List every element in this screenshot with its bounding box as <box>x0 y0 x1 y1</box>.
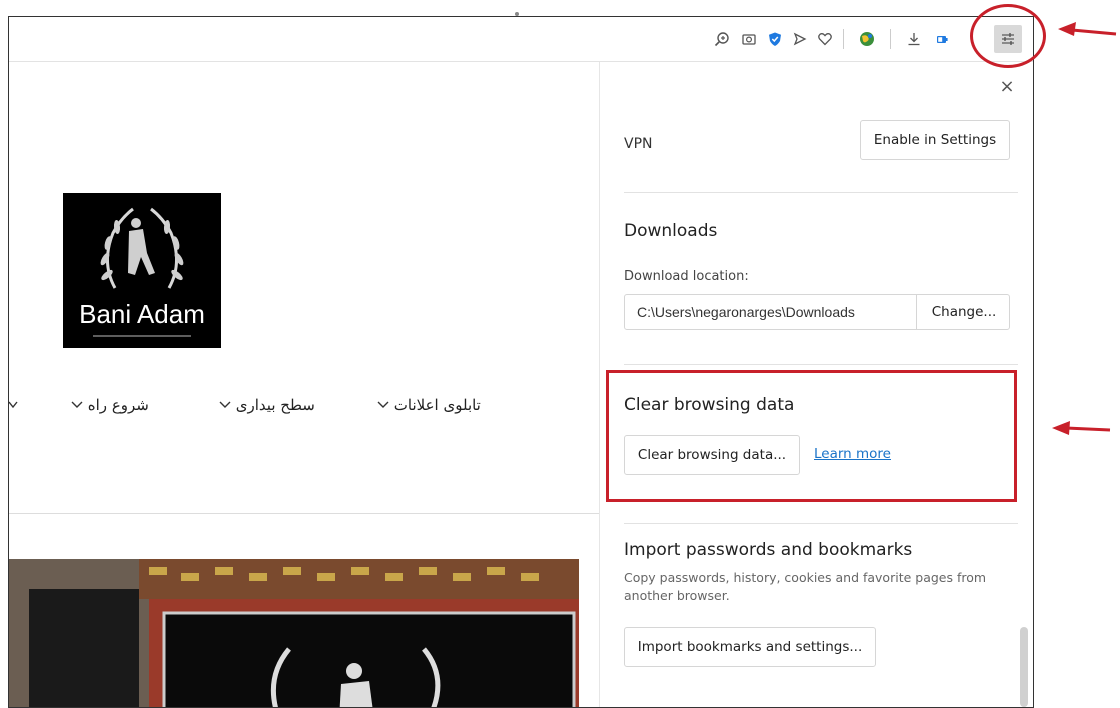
nav-item-awareness-level[interactable]: سطح بیداری <box>219 396 315 414</box>
panel-scrollbar[interactable] <box>1020 627 1028 707</box>
hero-image <box>9 559 579 707</box>
download-icon[interactable] <box>903 28 925 50</box>
send-icon[interactable] <box>789 28 811 50</box>
vpn-shield-icon[interactable] <box>764 28 786 50</box>
heart-icon[interactable] <box>814 28 836 50</box>
change-location-button[interactable]: Change... <box>916 295 1011 329</box>
download-location-field[interactable]: C:\Users\negaronarges\Downloads Change..… <box>624 294 1010 330</box>
browser-toolbar <box>9 17 1033 62</box>
import-bookmarks-button[interactable]: Import bookmarks and settings... <box>624 627 876 667</box>
vpn-label: VPN <box>624 136 653 152</box>
download-location-value: C:\Users\negaronarges\Downloads <box>637 304 855 320</box>
arrow-left-icon <box>1052 421 1111 435</box>
chevron-down-icon <box>219 396 231 414</box>
logo-text: Bani Adam <box>79 299 205 329</box>
site-nav: تابلوی اعلانات سطح بیداری شروع راه <box>9 396 599 426</box>
downloads-title: Downloads <box>624 221 718 241</box>
toolbar-separator <box>890 29 891 49</box>
zoom-icon[interactable] <box>711 28 733 50</box>
drag-handle-dot <box>515 12 519 16</box>
annotation-box <box>606 370 1017 502</box>
battery-icon[interactable] <box>931 28 953 50</box>
download-location-label: Download location: <box>624 269 749 284</box>
close-icon[interactable]: × <box>997 76 1017 97</box>
chevron-down-icon <box>9 396 19 414</box>
section-divider <box>624 192 1018 193</box>
browser-window: Bani Adam تابلوی اعلانات سطح بیداری شروع… <box>8 16 1034 708</box>
nav-item-getting-started[interactable]: شروع راه <box>71 396 149 414</box>
nav-item-announcements[interactable]: تابلوی اعلانات <box>377 396 481 414</box>
enable-vpn-button[interactable]: Enable in Settings <box>860 120 1010 160</box>
import-description: Copy passwords, history, cookies and fav… <box>624 570 987 603</box>
chevron-down-icon <box>377 396 389 414</box>
nav-item-more[interactable] <box>9 396 19 414</box>
annotation-circle <box>970 4 1046 68</box>
web-page: Bani Adam تابلوی اعلانات سطح بیداری شروع… <box>9 62 599 707</box>
page-divider <box>9 513 599 514</box>
extension-globe-icon[interactable] <box>856 28 878 50</box>
toolbar-separator <box>843 29 844 49</box>
section-divider <box>624 523 1018 524</box>
site-logo[interactable]: Bani Adam <box>63 193 221 348</box>
camera-icon[interactable] <box>738 28 760 50</box>
arrow-left-icon <box>1058 22 1117 36</box>
section-divider <box>624 364 1018 365</box>
hero-photo-icon <box>9 559 579 707</box>
import-title: Import passwords and bookmarks <box>624 540 913 560</box>
chevron-down-icon <box>71 396 83 414</box>
